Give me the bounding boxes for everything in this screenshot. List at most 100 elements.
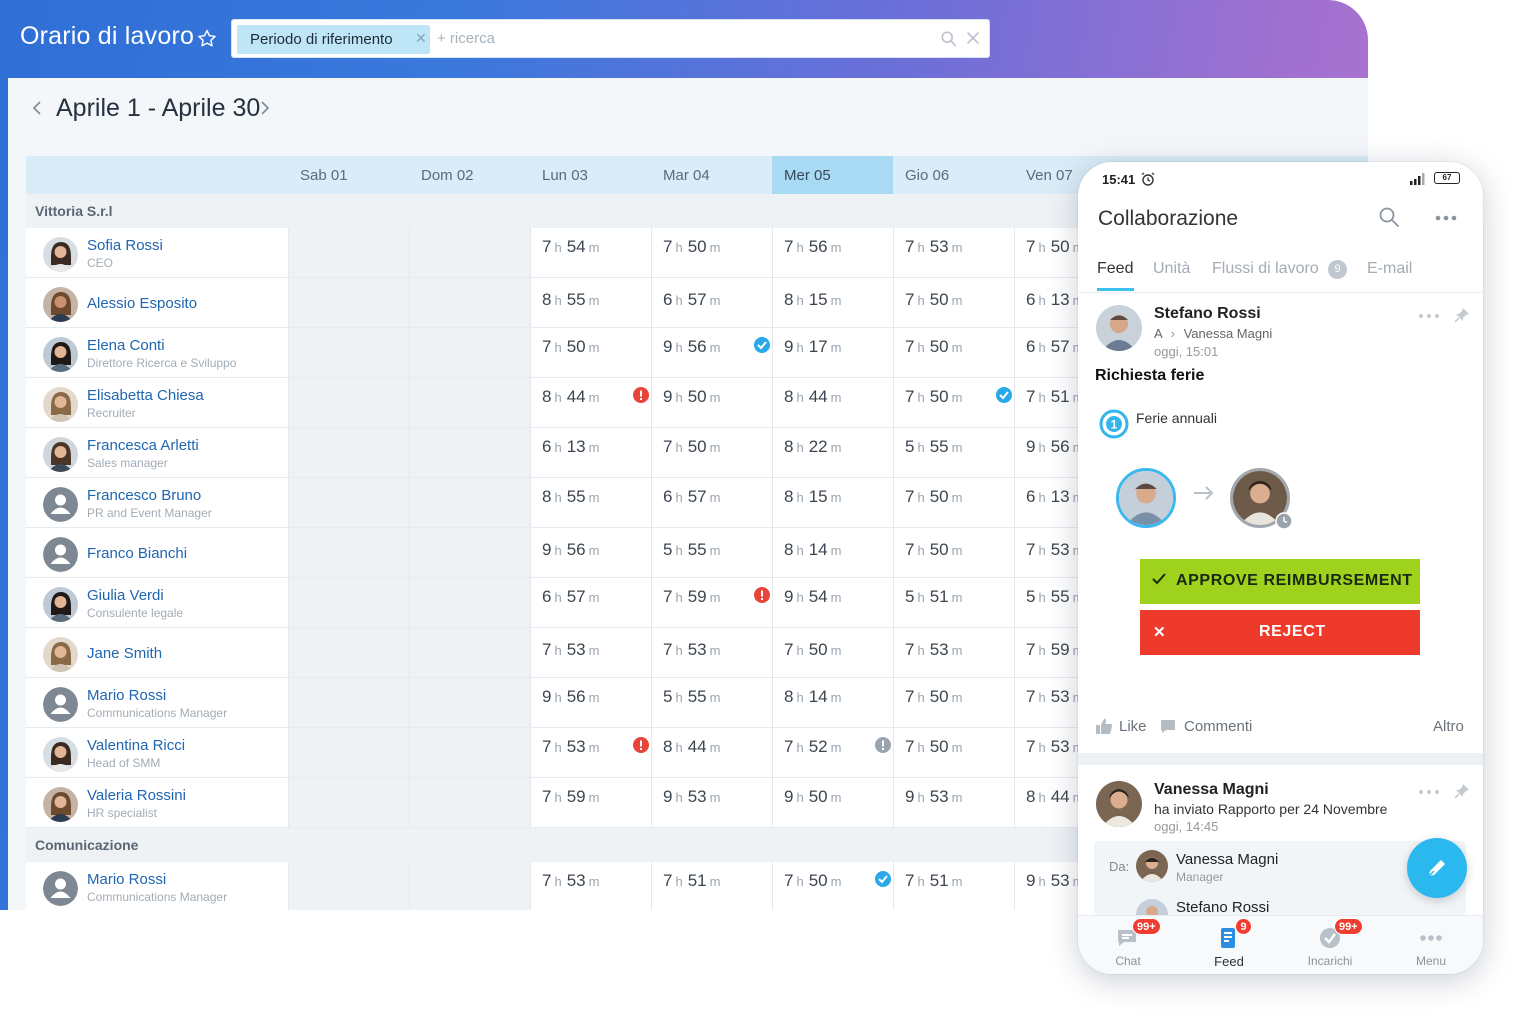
alert-icon[interactable] [754,587,770,603]
avatar[interactable] [1096,305,1142,351]
nav-menu[interactable]: Menu [1381,916,1481,974]
employee-name[interactable]: Mario Rossi [87,871,166,888]
alert-icon[interactable] [633,387,649,403]
avatar[interactable] [43,587,78,622]
compose-button[interactable] [1407,838,1467,898]
employee-name[interactable]: Mario Rossi [87,687,166,704]
post-author[interactable]: Stefano Rossi [1154,305,1261,323]
signal-icon [1410,173,1425,185]
check-icon [1152,573,1166,585]
post-author[interactable]: Vanessa Magni [1154,781,1269,799]
hours-value: 7 [1026,387,1036,406]
search-input[interactable]: + ricerca [437,30,495,47]
day-header[interactable]: Mer 05 [772,156,893,194]
day-header[interactable]: Lun 03 [530,156,651,194]
hours-cell[interactable]: 7h 51m [905,871,967,910]
day-header[interactable]: Dom 02 [409,156,530,194]
approve-button[interactable]: APPROVE REIMBURSEMENT [1140,559,1420,604]
avatar[interactable] [43,687,78,722]
tab-flussi-di-lavoro[interactable]: Flussi di lavoro [1212,260,1319,278]
employee-name[interactable]: Giulia Verdi [87,587,164,604]
reject-button[interactable]: ✕ REJECT [1140,610,1420,655]
avatar[interactable] [1096,781,1142,827]
tab-email[interactable]: E-mail [1367,260,1412,278]
hours-cell[interactable]: 7h 53m [542,871,604,910]
like-button[interactable]: Like [1119,718,1147,735]
employee-name[interactable]: Valentina Ricci [87,737,185,754]
employee-name[interactable]: Elisabetta Chiesa [87,387,204,404]
search-icon[interactable] [1378,206,1400,228]
hours-unit: h [1038,390,1046,405]
more-options-icon[interactable] [1418,789,1440,795]
minutes-unit: m [830,643,842,658]
avatar[interactable] [43,737,78,772]
employee-name[interactable]: Franco Bianchi [87,545,187,562]
employee-name[interactable]: Valeria Rossini [87,787,186,804]
avatar[interactable] [43,487,78,522]
pin-icon[interactable] [1454,307,1470,323]
comments-button[interactable]: Commenti [1184,718,1252,735]
requester-avatar[interactable] [1116,468,1176,528]
employee-name[interactable]: Sofia Rossi [87,237,163,254]
avatar[interactable] [43,637,78,672]
more-options-icon[interactable] [1418,313,1440,319]
filter-chip-close-icon[interactable]: ✕ [415,30,427,47]
avatar[interactable] [43,387,78,422]
avatar[interactable] [43,287,78,322]
hours-unit: h [1038,740,1046,755]
minutes-value: 50 [929,290,949,309]
active-tab-indicator [1097,288,1134,291]
hours-value: 7 [784,237,794,256]
chevron-right-icon[interactable] [258,99,272,117]
tab-unita[interactable]: Unità [1153,260,1190,278]
avatar[interactable] [43,237,78,272]
nav-feed[interactable]: 9 Feed [1179,916,1279,974]
day-header[interactable]: Gio 06 [893,156,1014,194]
filter-chip[interactable]: Periodo di riferimento ✕ [237,25,430,54]
check-icon[interactable] [996,387,1012,403]
avatar[interactable] [43,337,78,372]
avatar[interactable] [43,537,78,572]
tab-feed[interactable]: Feed [1097,260,1133,278]
info-icon[interactable] [875,737,891,753]
more-button[interactable]: Altro [1433,718,1464,735]
minutes-value: 53 [1050,687,1070,706]
recipient-name[interactable]: Vanessa Magni [1184,326,1273,341]
employee-name[interactable]: Francesca Arletti [87,437,199,454]
hours-cell[interactable]: 7h 50m [784,871,846,910]
check-icon[interactable] [875,871,891,887]
pin-icon[interactable] [1454,783,1470,799]
minutes-unit: m [830,790,842,805]
alert-icon[interactable] [633,737,649,753]
person-photo-icon [43,787,78,822]
star-icon[interactable] [196,28,218,50]
employee-name[interactable]: Jane Smith [87,645,162,662]
nav-badge: 99+ [1334,918,1363,935]
hours-cell[interactable]: 7h 51m [663,871,725,910]
nav-incarichi[interactable]: 99+ Incarichi [1280,916,1380,974]
minutes-value: 51 [929,587,949,606]
employee-name[interactable]: Francesco Bruno [87,487,201,504]
employee-name[interactable]: Alessio Esposito [87,295,197,312]
minutes-value: 59 [687,587,707,606]
avatar[interactable] [43,871,78,906]
check-icon[interactable] [754,337,770,353]
comment-icon[interactable] [1160,719,1176,734]
top-bar: Orario di lavoro Periodo di riferimento … [0,0,1368,78]
day-header[interactable]: Mar 04 [651,156,772,194]
search-box[interactable]: Periodo di riferimento ✕ + ricerca [231,19,990,58]
search-icon[interactable] [940,30,958,48]
post-separator [1078,753,1483,765]
thumbs-up-icon[interactable] [1095,717,1113,735]
more-options-icon[interactable] [1434,214,1458,222]
employee-name[interactable]: Elena Conti [87,337,165,354]
clear-search-icon[interactable] [964,29,982,47]
avatar[interactable] [43,787,78,822]
day-header[interactable]: Sab 01 [288,156,409,194]
minutes-value: 15 [808,487,828,506]
hours-value: 5 [905,437,915,456]
nav-chat[interactable]: 99+ Chat [1078,916,1178,974]
person-photo-icon [43,737,78,772]
chevron-left-icon[interactable] [30,99,44,117]
avatar[interactable] [43,437,78,472]
